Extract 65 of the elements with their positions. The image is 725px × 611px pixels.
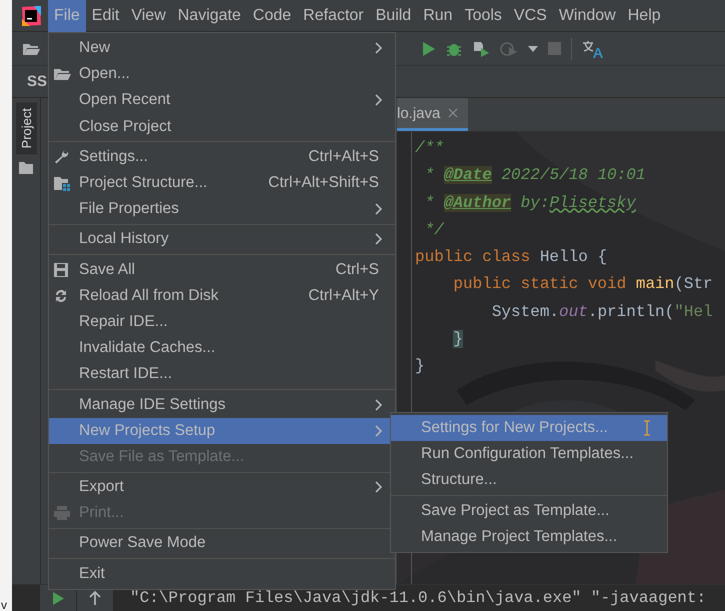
menu-item[interactable]: Repair IDE... xyxy=(49,308,395,336)
folder-grid-icon xyxy=(53,175,71,192)
menu-item[interactable]: Reload All from Disk Ctrl+Alt+Y xyxy=(49,282,395,309)
menu-item[interactable]: Settings... Ctrl+Alt+S xyxy=(49,144,395,170)
menu-bar-item[interactable]: Refactor xyxy=(297,0,370,32)
reload-icon xyxy=(53,288,69,304)
menu-item[interactable]: File Properties xyxy=(49,196,395,222)
menu-bar-item[interactable]: View xyxy=(125,0,172,32)
menu-item[interactable]: Invalidate Caches... xyxy=(49,335,395,362)
menu-item[interactable]: Exit xyxy=(49,560,395,587)
menu-bar-item[interactable]: Edit xyxy=(86,0,126,32)
menu-bar-item[interactable]: Help xyxy=(622,0,667,32)
run-icon[interactable] xyxy=(422,40,436,56)
translate-icon[interactable] xyxy=(582,40,604,58)
menu-bar-item[interactable]: Tools xyxy=(458,0,508,32)
run-icon xyxy=(52,590,64,606)
menu-item[interactable]: Local History xyxy=(49,226,395,252)
up-arrow-icon xyxy=(89,591,101,605)
app-logo xyxy=(20,4,42,26)
folder-icon xyxy=(53,67,71,82)
save-icon xyxy=(53,262,69,278)
menu-bar-item[interactable]: Build xyxy=(370,0,418,32)
menu-item[interactable]: Open... xyxy=(49,61,395,88)
project-tool-tab[interactable]: Project xyxy=(16,102,36,154)
editor-tab[interactable]: lo.java xyxy=(397,98,468,131)
code-line: public class Hello { xyxy=(415,247,608,268)
coverage-icon[interactable] xyxy=(472,40,490,56)
chevron-icon xyxy=(375,398,383,411)
menu-bar-item[interactable]: Code xyxy=(246,0,298,32)
printer-icon xyxy=(53,505,71,522)
chevron-icon xyxy=(375,203,383,216)
dropdown-icon[interactable] xyxy=(528,46,538,52)
chevron-icon xyxy=(375,233,383,246)
code-line: } xyxy=(415,356,426,378)
code-line: System.out.println("Hel xyxy=(490,302,714,323)
menu-item[interactable]: Close Project xyxy=(49,114,395,140)
code-line: /** xyxy=(415,138,445,159)
chevron-icon xyxy=(375,424,383,437)
menu-bar-item[interactable]: Window xyxy=(552,0,622,32)
menu-item[interactable]: Project Structure... Ctrl+Alt+Shift+S xyxy=(49,170,395,196)
chevron-icon xyxy=(375,42,383,54)
folder-icon[interactable] xyxy=(22,42,40,56)
menu-item[interactable]: Structure... xyxy=(391,467,667,494)
menu-item[interactable]: Open Recent xyxy=(49,87,395,114)
chevron-icon xyxy=(375,481,383,494)
text-cursor-icon xyxy=(643,420,651,436)
menu-item[interactable]: Run Configuration Templates... xyxy=(391,441,667,468)
menu-item[interactable]: Manage IDE Settings xyxy=(49,391,395,418)
code-line: * @Author by:Plisetsky xyxy=(424,192,637,214)
menu-bar-item[interactable]: VCS xyxy=(508,0,553,32)
wrench-icon xyxy=(53,148,69,165)
desktop-text: v xyxy=(1,599,8,611)
project-name[interactable]: SS xyxy=(27,73,48,90)
menu-item[interactable]: Restart IDE... xyxy=(49,361,395,388)
code-line: * @Date 2022/5/18 10:01 xyxy=(424,165,646,186)
code-line: public static void main(Str xyxy=(452,274,714,296)
menu-bar-item[interactable]: Run xyxy=(417,0,459,32)
code-line: */ xyxy=(424,220,446,241)
chevron-icon xyxy=(375,94,383,106)
folder-icon[interactable] xyxy=(19,162,33,174)
menu-item[interactable]: Save All Ctrl+S xyxy=(49,256,395,283)
menu-item[interactable]: Save Project as Template... xyxy=(391,498,667,524)
menu-item[interactable]: New xyxy=(49,35,395,62)
console-output: "C:\Program Files\Java\jdk-11.0.6\bin\java.exe" "-javaagent: xyxy=(130,589,706,607)
menu-bar-item[interactable]: Navigate xyxy=(172,0,247,32)
